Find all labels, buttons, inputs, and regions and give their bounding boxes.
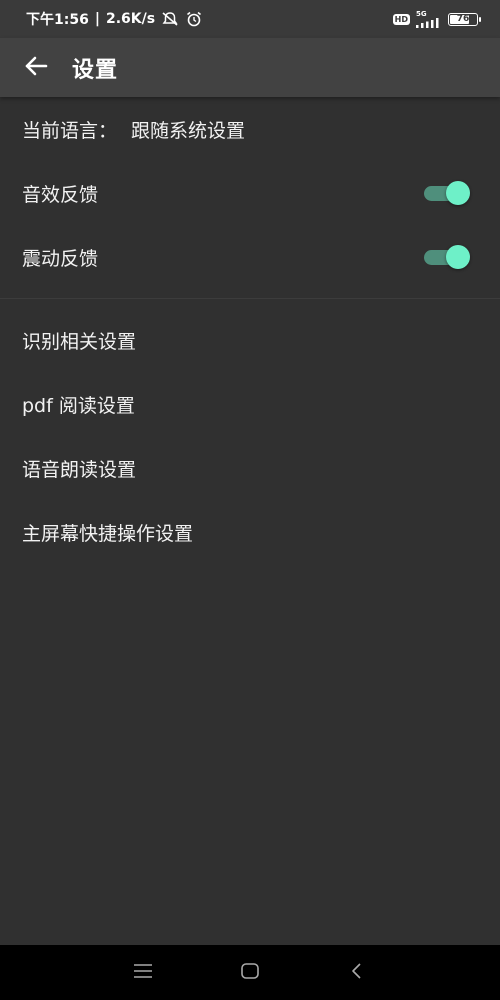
sound-feedback-label: 音效反馈 <box>22 183 99 206</box>
status-net-speed: 2.6K/s <box>105 11 156 27</box>
home-shortcut-settings-item[interactable]: 主屏幕快捷操作设置 <box>0 500 500 564</box>
mute-icon <box>161 11 179 27</box>
toggle-thumb <box>446 245 470 269</box>
list-item-label: 语音朗读设置 <box>22 458 137 481</box>
page-title: 设置 <box>72 57 119 83</box>
list-item-label: pdf 阅读设置 <box>22 394 135 417</box>
language-row-text: 当前语言： 跟随系统设置 <box>22 116 245 143</box>
toggle-thumb <box>446 181 470 205</box>
sound-feedback-row[interactable]: 音效反馈 <box>0 161 500 225</box>
vibration-feedback-row[interactable]: 震动反馈 <box>0 225 500 289</box>
home-square-icon <box>240 961 260 985</box>
voice-reading-settings-item[interactable]: 语音朗读设置 <box>0 436 500 500</box>
back-button[interactable] <box>0 38 72 97</box>
system-nav-bar <box>0 945 500 1000</box>
sound-feedback-toggle[interactable] <box>424 181 470 205</box>
alarm-icon <box>185 11 203 27</box>
language-setting[interactable]: 当前语言： 跟随系统设置 <box>0 97 500 161</box>
vibration-feedback-toggle[interactable] <box>424 245 470 269</box>
pdf-reading-settings-item[interactable]: pdf 阅读设置 <box>0 372 500 436</box>
battery-icon: 76 <box>448 12 481 26</box>
back-nav-button[interactable] <box>337 953 377 993</box>
back-chevron-icon <box>350 961 364 985</box>
settings-list: 当前语言： 跟随系统设置 音效反馈 震动反馈 识别相关设置 pdf 阅读设置 语音 <box>0 97 500 564</box>
network-type-label: 5G <box>416 9 427 18</box>
recognition-settings-item[interactable]: 识别相关设置 <box>0 308 500 372</box>
signal-icon: 5G <box>416 9 442 28</box>
recent-apps-button[interactable] <box>123 953 163 993</box>
status-bar: 下午1:56 | 2.6K/s HD 5G 76 <box>0 0 500 38</box>
arrow-left-icon <box>24 55 48 81</box>
status-right: HD 5G 76 <box>392 9 481 28</box>
hd-icon: HD <box>392 13 410 25</box>
list-item-label: 识别相关设置 <box>22 330 137 353</box>
language-value: 跟随系统设置 <box>131 119 246 142</box>
status-time: 下午1:56 <box>26 12 89 28</box>
status-left: 下午1:56 | 2.6K/s <box>26 9 203 29</box>
settings-screen: 下午1:56 | 2.6K/s HD 5G 76 设置 当前语言： 跟随系统设置… <box>0 0 500 1000</box>
menu-icon <box>133 963 153 983</box>
section-divider <box>0 298 500 299</box>
language-label: 当前语言： <box>22 119 118 142</box>
battery-level: 76 <box>456 13 470 24</box>
app-bar: 设置 <box>0 38 500 97</box>
status-separator: | <box>94 11 100 27</box>
vibration-feedback-label: 震动反馈 <box>22 247 99 270</box>
home-button[interactable] <box>230 953 270 993</box>
list-item-label: 主屏幕快捷操作设置 <box>22 522 194 545</box>
